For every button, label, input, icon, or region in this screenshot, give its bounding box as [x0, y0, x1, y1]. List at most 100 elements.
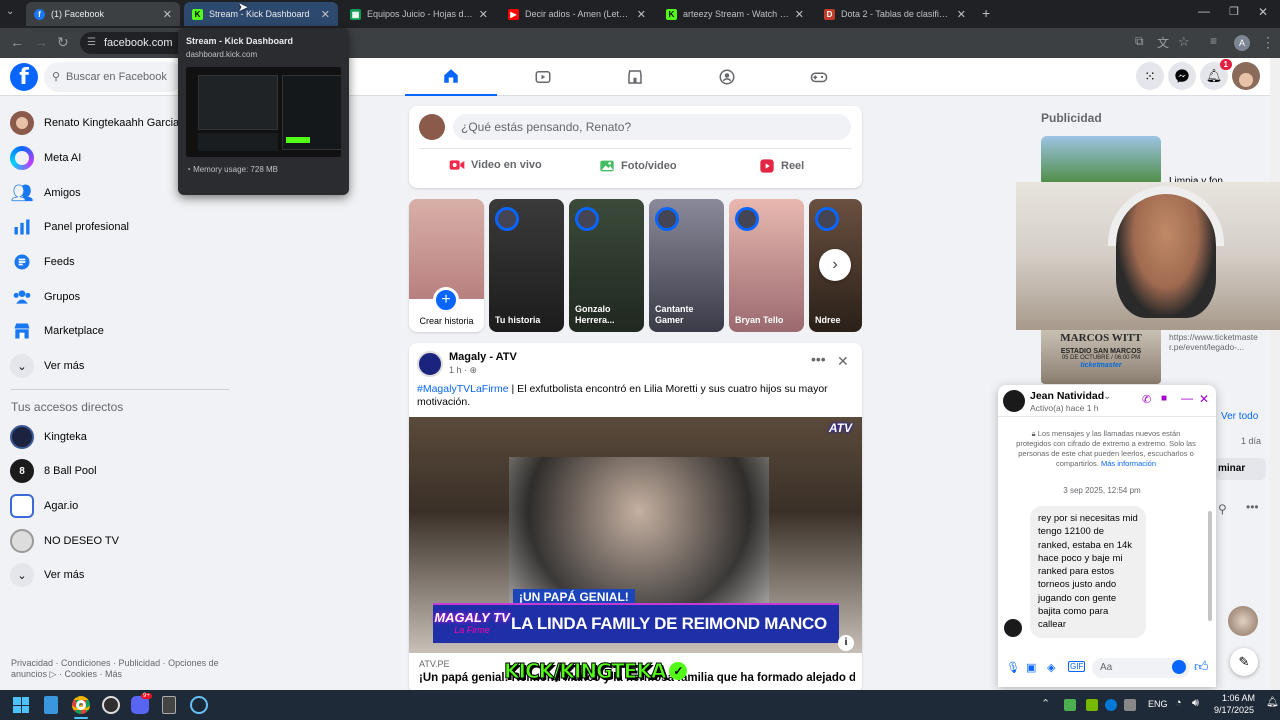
close-tab-icon[interactable]: ✕	[163, 8, 172, 21]
windows-start-icon[interactable]	[13, 697, 29, 713]
sidebar-item-marketplace[interactable]: Marketplace	[10, 315, 104, 347]
chat-scrollbar[interactable]	[1208, 511, 1212, 621]
tray-overflow-icon[interactable]: ⌃	[1041, 697, 1050, 710]
post-hashtag[interactable]: #MagalyTVLaFirme	[417, 383, 509, 395]
shortcut-8-ball-pool[interactable]: 8 8 Ball Pool	[10, 455, 97, 487]
tray-app-icon[interactable]	[1124, 699, 1136, 711]
tab-youtube[interactable]: ▶ Decir adios - Amen (Letra) - You ✕	[500, 2, 654, 26]
minimize-chat-icon[interactable]: —	[1181, 391, 1193, 405]
notifications-button[interactable]: 🔔︎ 1	[1200, 59, 1232, 90]
site-info-icon[interactable]: ☰	[87, 32, 96, 54]
stories-next-button[interactable]: ›	[819, 249, 851, 281]
shortcut-no-deseo-tv[interactable]: NO DESEO TV	[10, 525, 119, 557]
close-tab-icon[interactable]: ✕	[795, 8, 804, 21]
menu-grid-button[interactable]: ⁙	[1136, 62, 1164, 90]
sidebar-item-meta-ai[interactable]: Meta AI	[10, 142, 81, 174]
info-icon[interactable]: i	[838, 635, 854, 651]
sidebar-item-professional-dashboard[interactable]: Panel profesional	[10, 211, 129, 243]
gif-icon[interactable]: GIF	[1068, 661, 1086, 672]
post-author[interactable]: Magaly - ATV	[449, 351, 517, 363]
new-tab-button[interactable]: +	[982, 5, 990, 21]
footer-links[interactable]: Privacidad · Condiciones · Publicidad · …	[11, 658, 231, 680]
nav-home[interactable]	[405, 58, 497, 96]
menu-kebab-icon[interactable]: ⋮	[1261, 34, 1275, 51]
nav-marketplace[interactable]	[589, 58, 681, 96]
see-all-link[interactable]: Ver todo	[1221, 411, 1258, 422]
reload-icon[interactable]: ↻	[57, 34, 69, 51]
cast-icon[interactable]: ⧉	[1135, 34, 1144, 49]
maximize-window-button[interactable]: ❐	[1229, 5, 1239, 18]
post-image[interactable]: ATV ¡UN PAPÁ GENIAL! MAGALY TV La Firme …	[409, 417, 862, 653]
clock-time[interactable]: 1:06 AM	[1222, 693, 1255, 703]
nav-gaming[interactable]	[773, 58, 865, 96]
composer-input[interactable]: ¿Qué estás pensando, Renato?	[453, 114, 851, 140]
photo-video-button[interactable]: Foto/video	[599, 158, 677, 174]
chat-head-avatar[interactable]	[1228, 606, 1258, 636]
tab-arteezy[interactable]: K arteezy Stream - Watch Live on ✕	[658, 2, 812, 26]
phone-icon[interactable]: ✆	[1142, 393, 1151, 406]
sticker-icon[interactable]: ◈	[1047, 661, 1055, 674]
post-close-icon[interactable]: ✕	[837, 353, 849, 370]
nvidia-icon[interactable]	[1086, 699, 1098, 711]
tab-dota[interactable]: D Dota 2 - Tablas de clasificación ✕	[816, 2, 974, 26]
facebook-logo-icon[interactable]: f	[10, 63, 38, 91]
wifi-icon[interactable]: ◔	[1175, 697, 1182, 709]
shortcuts-see-more[interactable]: ⌄ Ver más	[10, 559, 84, 591]
gallery-icon[interactable]: ▣	[1026, 661, 1036, 674]
bookmark-star-icon[interactable]: ☆	[1178, 34, 1190, 50]
like-thumb-icon[interactable]: 👍︎	[1194, 658, 1209, 675]
video-call-icon[interactable]: ■	[1161, 393, 1167, 404]
microphone-icon[interactable]: 🎙︎	[1006, 661, 1020, 674]
close-tab-icon[interactable]: ✕	[957, 8, 966, 21]
profile-avatar-icon[interactable]: A	[1234, 35, 1250, 51]
ad-image[interactable]	[1041, 136, 1161, 186]
messenger-button[interactable]	[1168, 62, 1196, 90]
sidebar-item-groups[interactable]: Grupos	[10, 281, 80, 313]
new-message-button[interactable]: ✎	[1230, 648, 1258, 676]
post-options-icon[interactable]: •••	[811, 351, 826, 367]
right-remove-button[interactable]: minar	[1214, 458, 1266, 480]
ticket-ad-image[interactable]: MARCOS WITT ESTADIO SAN MARCOS 05 DE OCT…	[1041, 330, 1161, 384]
post-time[interactable]: 1 h · ⊕	[449, 365, 477, 376]
story-card[interactable]: Cantante Gamer	[649, 199, 724, 332]
shortcut-agario[interactable]: Agar.io	[10, 490, 78, 522]
chat-message-bubble[interactable]: rey por si necesitas mid tengo 12100 de …	[1030, 506, 1146, 638]
sidebar-item-friends[interactable]: 👥︎ Amigos	[10, 177, 81, 209]
tab-search-button[interactable]: ⌄	[6, 6, 14, 17]
notification-center-icon[interactable]: 🔔︎	[1266, 697, 1279, 708]
nav-groups[interactable]	[681, 58, 773, 96]
tray-app-icon[interactable]	[1064, 699, 1076, 711]
close-chat-icon[interactable]: ✕	[1199, 392, 1209, 406]
nav-video[interactable]	[497, 58, 589, 96]
translate-icon[interactable]: 文	[1157, 34, 1169, 51]
chat-header[interactable]: Jean Natividad ⌄ Activo(a) hace 1 h ✆ ■ …	[998, 385, 1216, 417]
story-card[interactable]: Gonzalo Herrera...	[569, 199, 644, 332]
sidebar-item-feeds[interactable]: Feeds	[10, 246, 75, 278]
story-create[interactable]: + Crear historia	[409, 199, 484, 332]
notepad-icon[interactable]	[44, 696, 58, 714]
back-icon[interactable]: ←	[10, 34, 24, 50]
live-video-button[interactable]: Video en vivo	[449, 158, 542, 172]
minimize-window-button[interactable]: —	[1198, 4, 1210, 18]
close-window-button[interactable]: ✕	[1258, 5, 1268, 19]
sidebar-item-profile[interactable]: Renato Kingtekaahh Garcia	[10, 107, 179, 139]
page-scrollbar[interactable]	[1270, 58, 1280, 690]
emoji-icon[interactable]	[1172, 660, 1186, 674]
clock-date[interactable]: 9/17/2025	[1214, 705, 1254, 715]
sidebar-see-more[interactable]: ⌄ Ver más	[10, 350, 84, 382]
message-input[interactable]: Aa	[1092, 658, 1190, 678]
search-input[interactable]: ⚲ Buscar en Facebook	[44, 62, 184, 92]
reading-list-icon[interactable]: ≡	[1210, 34, 1217, 48]
tab-kick-dashboard[interactable]: K Stream - Kick Dashboard ✕	[184, 2, 338, 26]
language-indicator[interactable]: ENG	[1148, 699, 1168, 709]
close-tab-icon[interactable]: ✕	[321, 8, 330, 21]
bluetooth-icon[interactable]	[1105, 699, 1117, 711]
story-card[interactable]: Bryan Tello	[729, 199, 804, 332]
more-info-link[interactable]: Más información	[1101, 459, 1156, 468]
account-avatar-button[interactable]	[1232, 62, 1260, 90]
ticket-url[interactable]: https://www.ticketmaster.pe/event/legado…	[1169, 332, 1261, 352]
close-tab-icon[interactable]: ✕	[637, 8, 646, 21]
calculator-icon[interactable]	[162, 696, 176, 714]
forward-icon[interactable]: →	[34, 34, 48, 50]
story-card[interactable]: Tu historia	[489, 199, 564, 332]
